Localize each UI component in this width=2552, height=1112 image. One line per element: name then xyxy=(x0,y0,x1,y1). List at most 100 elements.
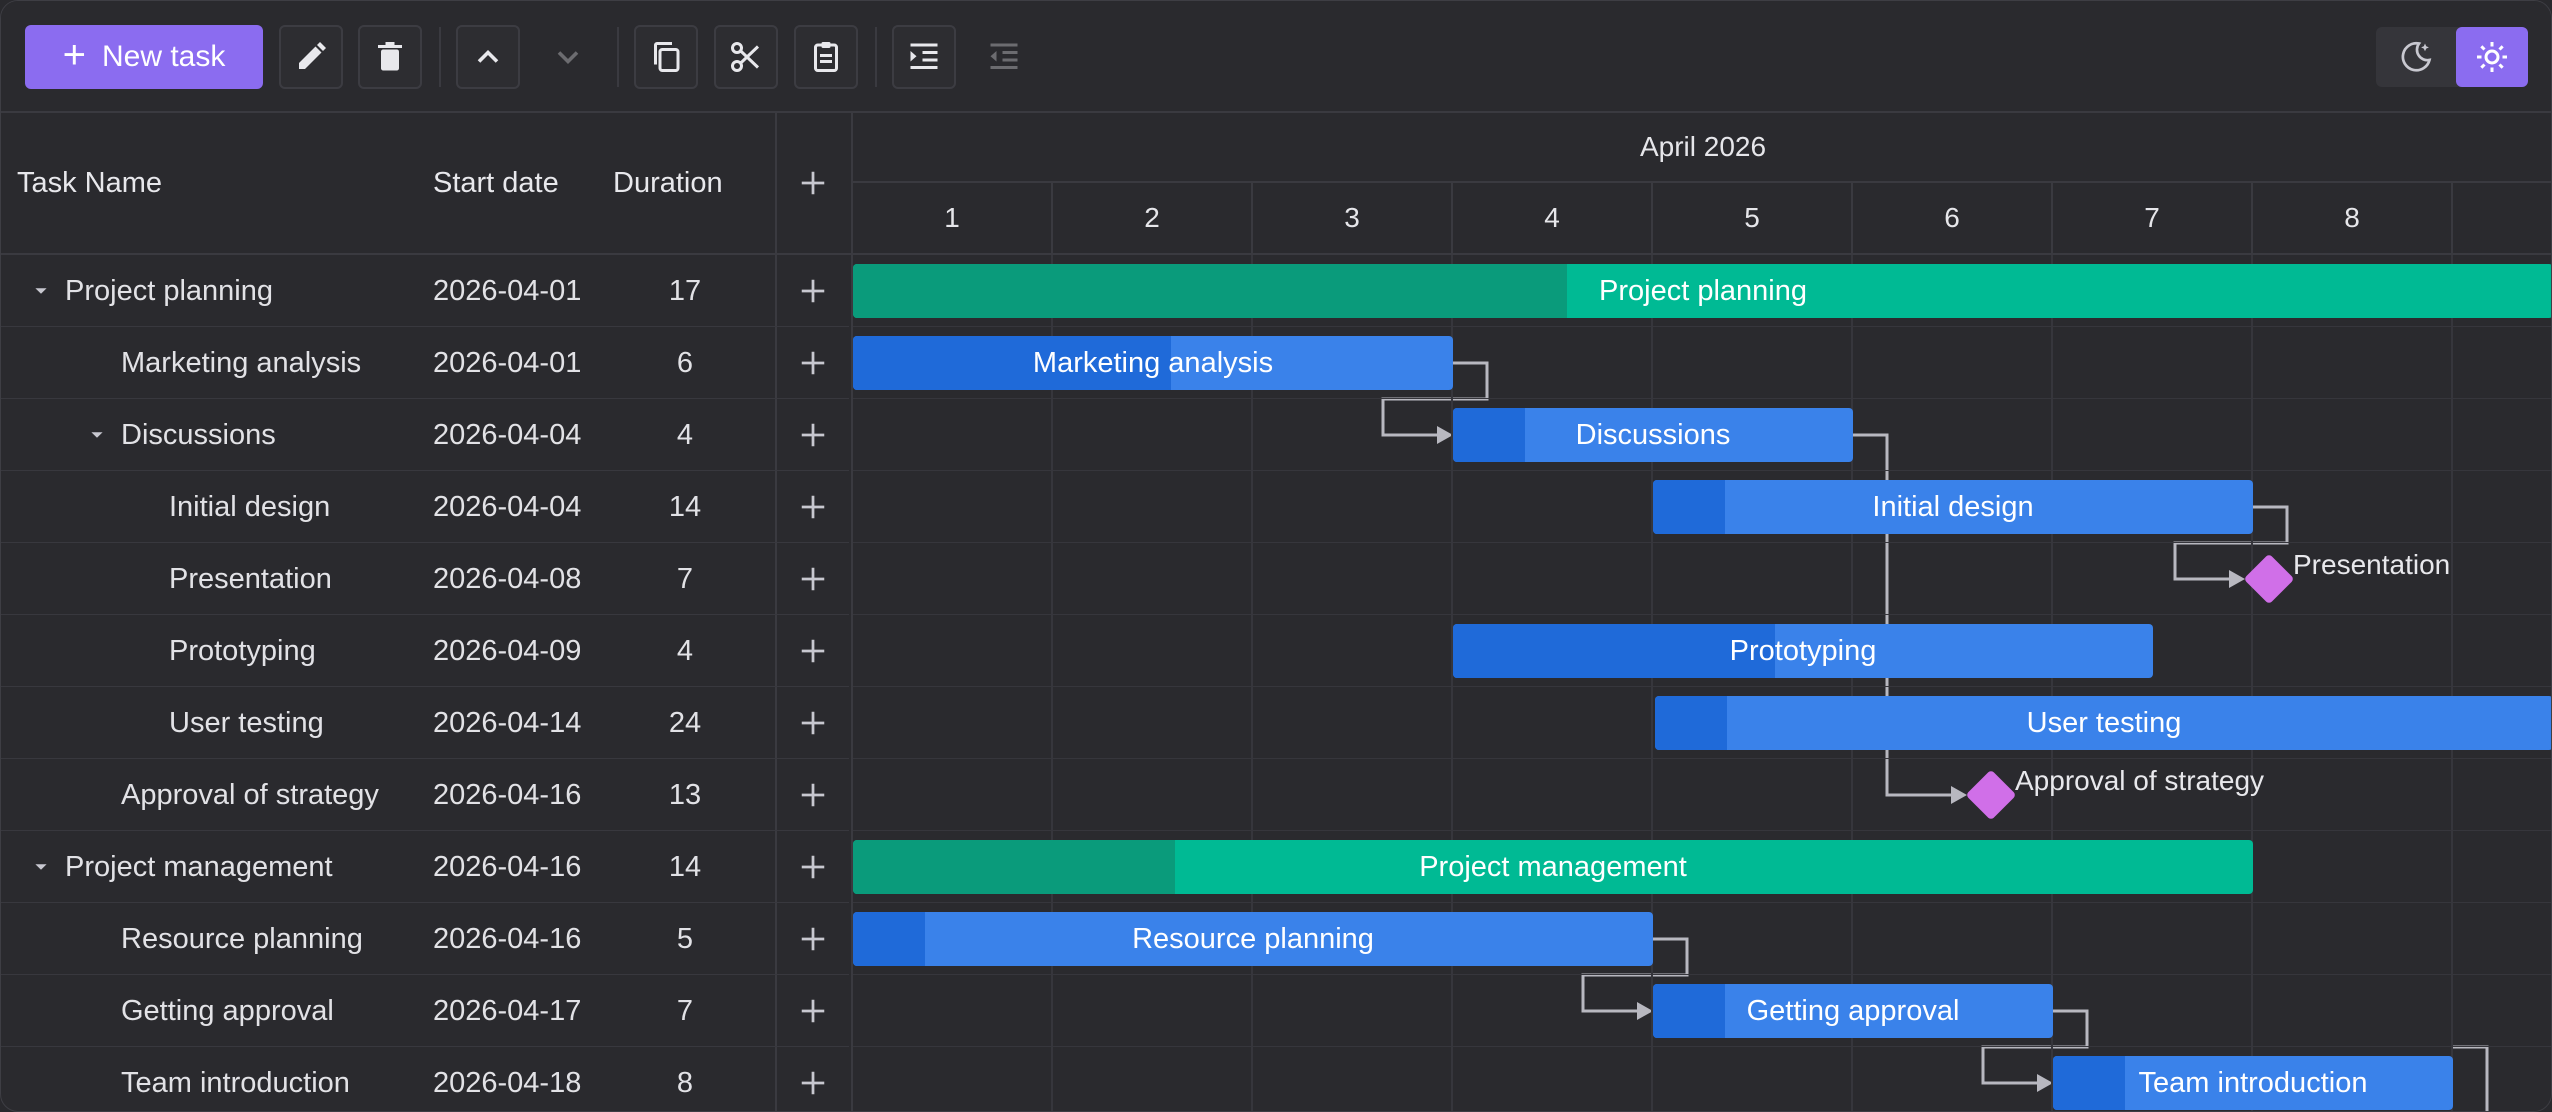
task-bar[interactable]: Prototyping xyxy=(1453,624,2153,678)
plus-icon xyxy=(801,279,825,303)
day-label: 1 xyxy=(853,183,1053,253)
paste-button[interactable] xyxy=(794,25,858,89)
task-bar[interactable]: Getting approval xyxy=(1653,984,2053,1038)
table-row[interactable]: Project planning 2026-04-01 17 xyxy=(1,255,849,327)
collapse-caret-icon[interactable] xyxy=(85,399,109,471)
table-row[interactable]: User testing 2026-04-14 24 xyxy=(1,687,849,759)
task-bar[interactable]: Initial design xyxy=(1653,480,2253,534)
start-date-cell: 2026-04-17 xyxy=(433,994,582,1027)
table-row[interactable]: Initial design 2026-04-04 14 xyxy=(1,471,849,543)
day-label: 3 xyxy=(1253,183,1453,253)
moon-icon xyxy=(2401,41,2432,72)
add-subtask-button[interactable] xyxy=(777,831,849,903)
plus-icon xyxy=(801,351,825,375)
outdent-icon xyxy=(990,43,1018,69)
duration-cell: 6 xyxy=(676,346,694,379)
outdent-button[interactable] xyxy=(972,25,1036,89)
progress-fill xyxy=(1653,480,1725,534)
task-bar[interactable]: Resource planning xyxy=(853,912,1653,966)
duration-cell: 7 xyxy=(676,562,694,595)
add-subtask-button[interactable] xyxy=(777,903,849,975)
table-row[interactable]: Team introduction 2026-04-18 8 xyxy=(1,1047,849,1111)
add-subtask-button[interactable] xyxy=(777,1047,849,1111)
link-arrow xyxy=(1951,786,1967,804)
day-gridline xyxy=(2451,255,2453,1111)
collapse-caret-icon[interactable] xyxy=(29,831,53,903)
task-name-cell: Resource planning xyxy=(121,922,363,955)
gantt-app: + New task Task Name Start date Duration… xyxy=(0,0,2552,1112)
row-gridline xyxy=(853,1046,2551,1047)
duration-cell: 24 xyxy=(668,706,702,739)
table-row[interactable]: Prototyping 2026-04-09 4 xyxy=(1,615,849,687)
table-row[interactable]: Project management 2026-04-16 14 xyxy=(1,831,849,903)
start-date-cell: 2026-04-04 xyxy=(433,418,582,451)
copy-button[interactable] xyxy=(634,25,698,89)
progress-fill xyxy=(853,840,1175,894)
duration-cell: 4 xyxy=(676,418,694,451)
edit-button[interactable] xyxy=(279,25,343,89)
plus-icon xyxy=(801,711,825,735)
new-task-button[interactable]: + New task xyxy=(25,25,263,89)
move-down-button[interactable] xyxy=(536,25,600,89)
task-bar[interactable]: Marketing analysis xyxy=(853,336,1453,390)
add-subtask-button[interactable] xyxy=(777,255,849,327)
row-gridline xyxy=(853,686,2551,687)
row-gridline xyxy=(853,326,2551,327)
task-name-cell: Project planning xyxy=(65,274,273,307)
collapse-caret-icon[interactable] xyxy=(29,255,53,327)
table-row[interactable]: Discussions 2026-04-04 4 xyxy=(1,399,849,471)
header-task-name[interactable]: Task Name xyxy=(17,113,162,253)
add-subtask-button[interactable] xyxy=(777,615,849,687)
add-task-header-button[interactable] xyxy=(777,113,849,253)
task-name-cell: User testing xyxy=(169,706,324,739)
task-bar[interactable]: Discussions xyxy=(1453,408,1853,462)
day-label: 2 xyxy=(1053,183,1253,253)
table-row[interactable]: Presentation 2026-04-08 7 xyxy=(1,543,849,615)
header-start-date[interactable]: Start date xyxy=(433,113,559,253)
table-row[interactable]: Marketing analysis 2026-04-01 6 xyxy=(1,327,849,399)
add-subtask-button[interactable] xyxy=(777,543,849,615)
table-row[interactable]: Approval of strategy 2026-04-16 13 xyxy=(1,759,849,831)
chart-body: Project planning Marketing analysis Discus… xyxy=(853,255,2551,1112)
indent-button[interactable] xyxy=(892,25,956,89)
start-date-cell: 2026-04-18 xyxy=(433,1066,582,1099)
duration-cell: 7 xyxy=(676,994,694,1027)
summary-bar[interactable]: Project management xyxy=(853,840,2253,894)
progress-fill xyxy=(1653,984,1725,1038)
start-date-cell: 2026-04-09 xyxy=(433,634,582,667)
bar-label: User testing xyxy=(2026,706,2182,739)
dark-theme-button[interactable] xyxy=(2380,27,2452,87)
duration-cell: 4 xyxy=(676,634,694,667)
chevron-up-icon xyxy=(477,49,499,63)
add-subtask-button[interactable] xyxy=(777,687,849,759)
day-gridline xyxy=(1851,255,1853,1111)
progress-fill xyxy=(853,264,1567,318)
delete-button[interactable] xyxy=(358,25,422,89)
edit-icon xyxy=(299,42,326,69)
move-up-button[interactable] xyxy=(456,25,520,89)
task-bar[interactable]: User testing xyxy=(1655,696,2551,750)
bar-label: Project management xyxy=(1419,850,1687,883)
bar-label: Discussions xyxy=(1575,418,1731,451)
table-row[interactable]: Resource planning 2026-04-16 5 xyxy=(1,903,849,975)
plus-icon xyxy=(801,171,825,195)
dependency-link[interactable] xyxy=(2453,1045,2489,1112)
day-gridline xyxy=(1651,255,1653,1111)
header-duration[interactable]: Duration xyxy=(613,113,723,253)
plus-icon xyxy=(801,495,825,519)
task-bar[interactable]: Team introduction xyxy=(2053,1056,2453,1110)
summary-bar[interactable]: Project planning xyxy=(853,264,2551,318)
new-task-label: New task xyxy=(101,40,226,73)
add-subtask-button[interactable] xyxy=(777,327,849,399)
start-date-cell: 2026-04-01 xyxy=(433,346,582,379)
add-subtask-button[interactable] xyxy=(777,399,849,471)
add-subtask-button[interactable] xyxy=(777,975,849,1047)
add-subtask-button[interactable] xyxy=(777,471,849,543)
task-name-cell: Discussions xyxy=(121,418,276,451)
table-row[interactable]: Getting approval 2026-04-17 7 xyxy=(1,975,849,1047)
light-theme-button[interactable] xyxy=(2456,27,2528,87)
cut-button[interactable] xyxy=(714,25,778,89)
duration-cell: 14 xyxy=(668,490,702,523)
add-subtask-button[interactable] xyxy=(777,759,849,831)
start-date-cell: 2026-04-16 xyxy=(433,922,582,955)
